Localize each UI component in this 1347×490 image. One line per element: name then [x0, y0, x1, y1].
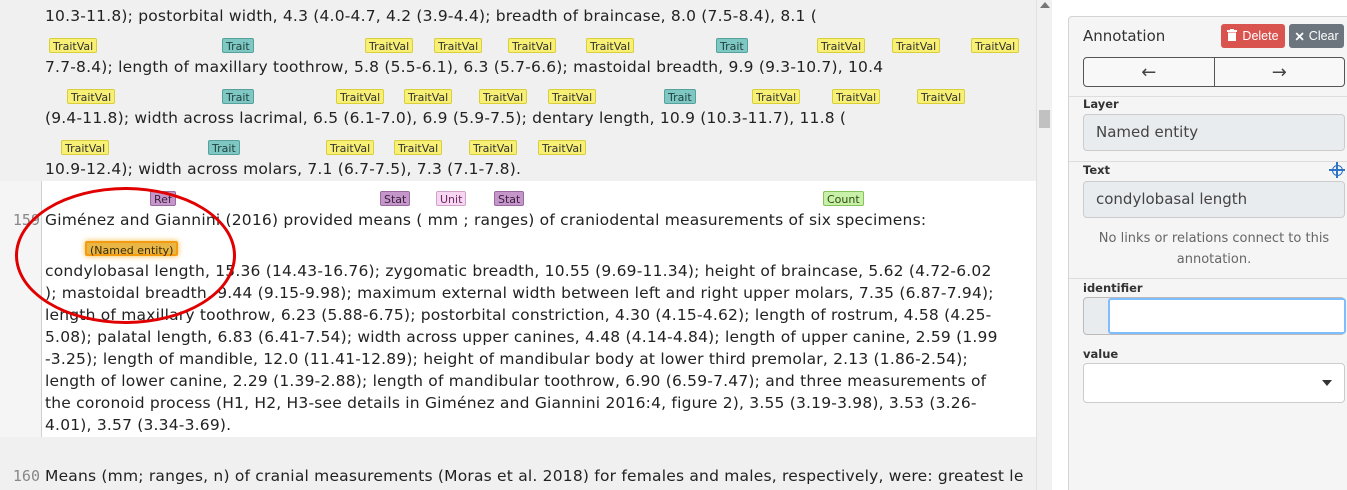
next-annotation-button[interactable]: →: [1213, 58, 1345, 86]
traitval-label[interactable]: TraitVal: [434, 38, 483, 53]
line-number: 160: [12, 467, 40, 485]
clear-button[interactable]: ✕ Clear: [1289, 24, 1344, 48]
unit-label[interactable]: Unit: [436, 191, 467, 206]
traitval-label[interactable]: TraitVal: [832, 89, 881, 104]
stat-label[interactable]: Stat: [494, 191, 525, 206]
close-icon: ✕: [1294, 29, 1305, 44]
no-links-note: No links or relations connect to this an…: [1098, 231, 1330, 267]
traitval-label[interactable]: TraitVal: [817, 38, 866, 53]
delete-button[interactable]: Delete: [1221, 24, 1285, 48]
traitval-label[interactable]: TraitVal: [892, 38, 941, 53]
traitval-label[interactable]: TraitVal: [61, 140, 110, 155]
traitval-label[interactable]: TraitVal: [548, 89, 597, 104]
identifier-label: identifier: [1083, 281, 1143, 295]
traitval-label[interactable]: TraitVal: [336, 89, 385, 104]
trait-label[interactable]: Trait: [208, 140, 240, 155]
traitval-label[interactable]: TraitVal: [326, 140, 375, 155]
traitval-label[interactable]: TraitVal: [586, 38, 635, 53]
crosshair-icon[interactable]: [1329, 162, 1345, 178]
trash-icon: [1227, 28, 1238, 44]
traitval-label[interactable]: TraitVal: [394, 140, 443, 155]
divider: [1069, 161, 1347, 162]
traitval-label[interactable]: TraitVal: [508, 38, 557, 53]
identifier-input[interactable]: [1108, 298, 1346, 334]
value-select[interactable]: [1083, 363, 1345, 403]
delete-button-label: Delete: [1242, 29, 1279, 43]
layer-label: Layer: [1083, 97, 1119, 111]
traitval-label[interactable]: TraitVal: [538, 140, 587, 155]
annotation-panel: Annotation Delete ✕ Clear ← → Layer Name…: [1068, 16, 1347, 490]
editor-scrollbar[interactable]: [1036, 0, 1052, 490]
traitval-label[interactable]: TraitVal: [404, 89, 453, 104]
traitval-label[interactable]: TraitVal: [971, 38, 1020, 53]
text-line[interactable]: 10.9-12.4); width across molars, 7.1 (6.…: [45, 160, 521, 178]
arrow-right-icon: →: [1271, 61, 1287, 83]
text-line[interactable]: 5.08); palatal length, 6.83 (6.41-7.54);…: [45, 328, 998, 346]
trait-label[interactable]: Trait: [716, 38, 748, 53]
scrollbar-thumb[interactable]: [1039, 110, 1050, 128]
traitval-label[interactable]: TraitVal: [479, 89, 528, 104]
panel-title: Annotation: [1083, 27, 1166, 45]
clear-button-label: Clear: [1308, 29, 1339, 43]
arrow-left-icon: ←: [1141, 61, 1157, 83]
text-line[interactable]: 4.01), 3.57 (3.34-3.69).: [45, 416, 231, 434]
traitval-label[interactable]: TraitVal: [365, 38, 414, 53]
trait-label[interactable]: Trait: [222, 38, 254, 53]
text-line[interactable]: 10.3-11.8); postorbital width, 4.3 (4.0-…: [45, 7, 817, 25]
text-line[interactable]: (9.4-11.8); width across lacrimal, 6.5 (…: [45, 109, 846, 127]
stat-label[interactable]: Stat: [380, 191, 411, 206]
traitval-label[interactable]: TraitVal: [49, 38, 98, 53]
text-field: condylobasal length: [1083, 181, 1345, 218]
trait-label[interactable]: Trait: [664, 89, 696, 104]
traitval-label[interactable]: TraitVal: [917, 89, 966, 104]
traitval-label[interactable]: TraitVal: [752, 89, 801, 104]
highlight-circle: [15, 187, 236, 324]
layer-field: Named entity: [1083, 114, 1345, 151]
annotation-editor[interactable]: 10.3-11.8); postorbital width, 4.3 (4.0-…: [0, 0, 1036, 490]
chevron-down-icon: [1322, 380, 1332, 386]
text-line[interactable]: the coronoid process (H1, H2, H3-see det…: [45, 394, 977, 412]
traitval-label[interactable]: TraitVal: [67, 89, 116, 104]
value-label: value: [1083, 347, 1119, 361]
text-line[interactable]: Means (mm; ranges, n) of cranial measure…: [45, 467, 1024, 485]
text-line[interactable]: length of lower canine, 2.29 (1.39-2.88)…: [45, 372, 986, 390]
trait-label[interactable]: Trait: [222, 89, 254, 104]
text-label: Text: [1083, 163, 1111, 177]
previous-annotation-button[interactable]: ←: [1084, 58, 1214, 86]
text-line[interactable]: -3.25); length of mandible, 12.0 (11.41-…: [45, 350, 968, 368]
annotation-navigation: ← →: [1083, 57, 1345, 87]
count-label[interactable]: Count: [823, 191, 864, 206]
scroll-up-arrow-icon[interactable]: [1040, 2, 1050, 8]
text-line[interactable]: 7.7-8.4); length of maxillary toothrow, …: [45, 58, 883, 76]
divider: [1069, 278, 1347, 279]
traitval-label[interactable]: TraitVal: [469, 140, 518, 155]
identifier-field-group: [1083, 297, 1346, 335]
